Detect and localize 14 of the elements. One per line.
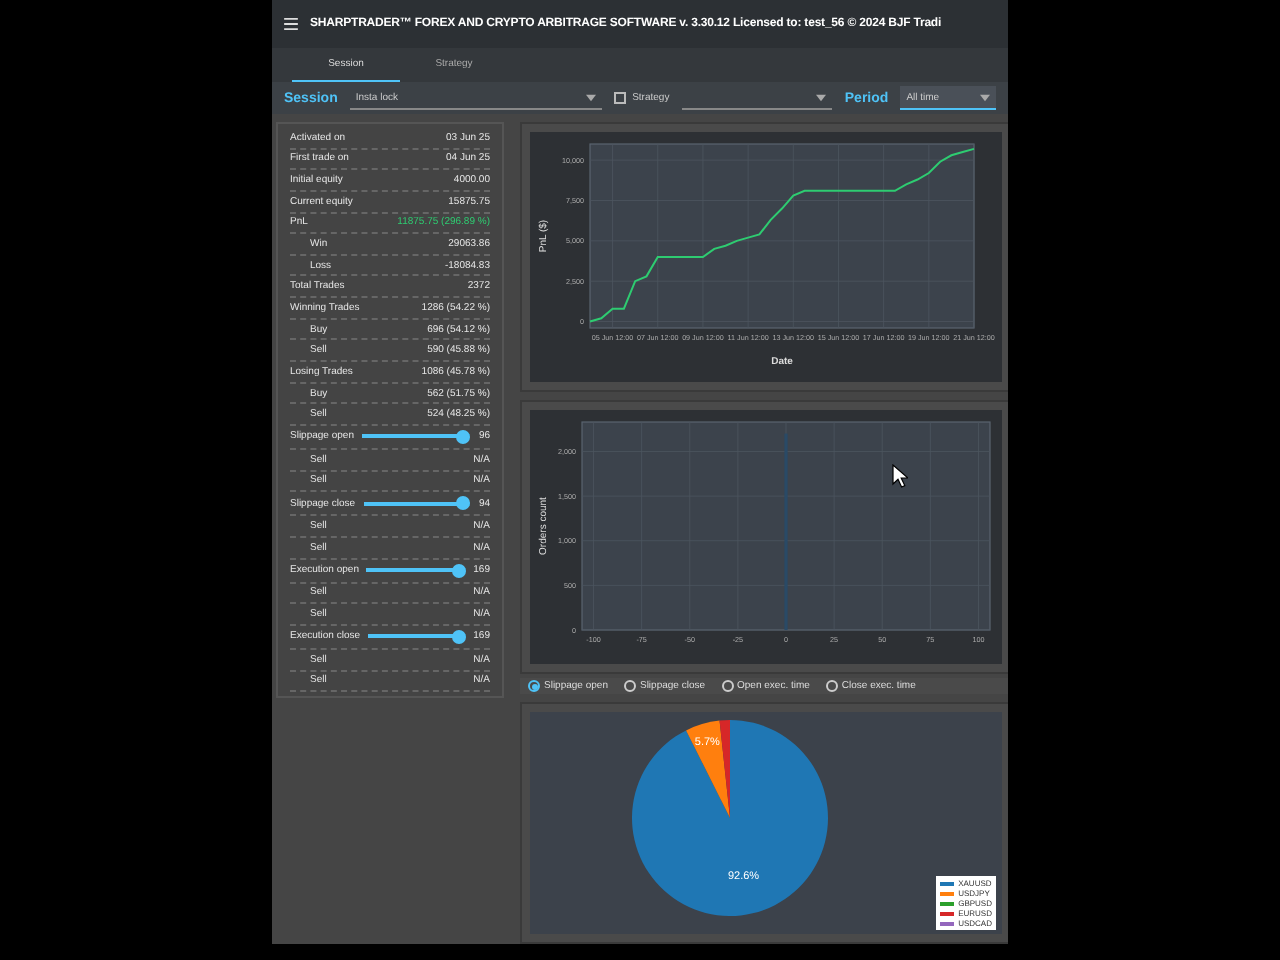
caret-icon — [980, 93, 990, 101]
slider[interactable] — [363, 497, 471, 510]
slider[interactable] — [368, 630, 466, 643]
slider[interactable] — [366, 564, 466, 577]
caret-icon — [816, 93, 827, 101]
strategy-checkbox[interactable] — [614, 92, 627, 104]
menu-icon[interactable] — [284, 18, 298, 30]
slider-thumb[interactable] — [456, 496, 471, 511]
cursor-icon — [892, 464, 908, 488]
slider[interactable] — [361, 430, 471, 443]
slider-thumb[interactable] — [451, 629, 466, 644]
caret-icon — [586, 93, 597, 101]
slider-thumb[interactable] — [456, 429, 471, 444]
slider-thumb[interactable] — [451, 563, 466, 578]
